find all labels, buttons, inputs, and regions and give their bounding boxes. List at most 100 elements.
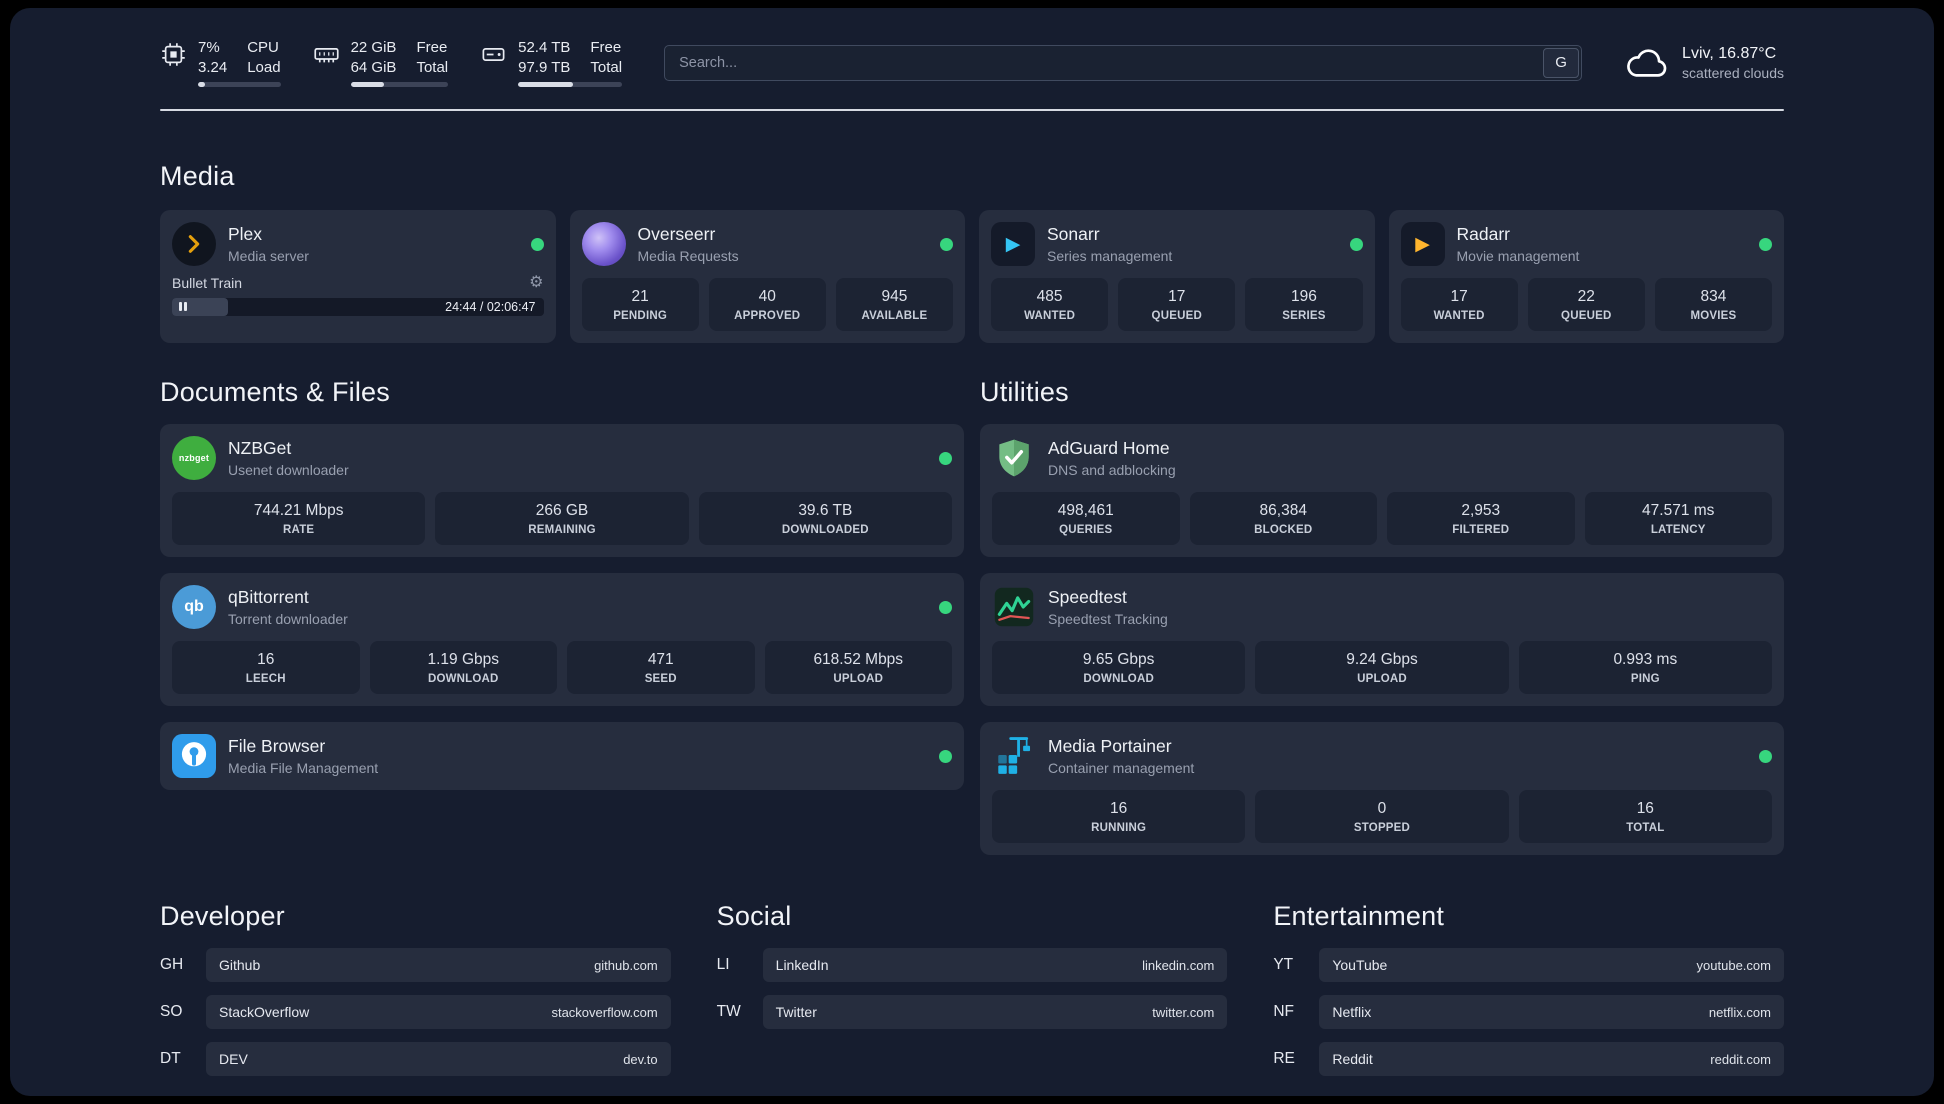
bookmark-row: RE Reddit reddit.com bbox=[1273, 1042, 1784, 1076]
status-dot bbox=[939, 600, 952, 614]
section-social: Social LI LinkedIn linkedin.com TW Twitt… bbox=[717, 901, 1228, 1076]
stat-label: WANTED bbox=[1024, 310, 1076, 322]
weather-widget[interactable]: Lviv, 16.87°C scattered clouds bbox=[1624, 45, 1784, 81]
stat-label: REMAINING bbox=[528, 524, 596, 536]
app-card-nzbget[interactable]: nzbget NZBGet Usenet downloader 744.21 M… bbox=[160, 424, 964, 557]
ram-total-value: 64 GiB bbox=[350, 58, 397, 76]
stat-tile: 17 WANTED bbox=[1400, 278, 1518, 331]
app-subtitle: Media File Management bbox=[228, 759, 379, 776]
stat-tile: 196 SERIES bbox=[1245, 278, 1363, 331]
seek-bar[interactable]: 24:44 / 02:06:47 bbox=[172, 298, 544, 316]
bookmark-link-youtube[interactable]: YouTube youtube.com bbox=[1319, 948, 1784, 982]
bookmark-abbr: DT bbox=[160, 1050, 181, 1067]
pause-button[interactable] bbox=[172, 298, 228, 316]
ram-widget: 22 GiB 64 GiB Free Total bbox=[313, 38, 449, 87]
bookmark-link-stackoverflow[interactable]: StackOverflow stackoverflow.com bbox=[206, 995, 671, 1029]
bookmark-row: TW Twitter twitter.com bbox=[717, 995, 1228, 1029]
bookmark-link-linkedin[interactable]: LinkedIn linkedin.com bbox=[762, 948, 1228, 982]
stat-tile: 0 STOPPED bbox=[1255, 790, 1509, 843]
bookmark-link-twitter[interactable]: Twitter twitter.com bbox=[762, 995, 1228, 1029]
bookmark-link-netflix[interactable]: Netflix netflix.com bbox=[1319, 995, 1784, 1029]
stat-label: DOWNLOAD bbox=[1083, 673, 1154, 685]
section-entertainment: Entertainment YT YouTube youtube.com NF … bbox=[1273, 901, 1784, 1076]
stat-tile: 485 WANTED bbox=[991, 278, 1109, 331]
app-name: Plex bbox=[228, 224, 263, 245]
bookmark-url: twitter.com bbox=[1152, 1004, 1215, 1020]
stat-label: TOTAL bbox=[1626, 822, 1665, 834]
bookmark-abbr: TW bbox=[716, 1003, 741, 1020]
stat-value: 16 bbox=[1636, 800, 1654, 817]
stat-tile: 0.993 ms PING bbox=[1518, 641, 1772, 694]
stat-value: 266 GB bbox=[535, 502, 589, 519]
bookmark-url: youtube.com bbox=[1696, 957, 1771, 973]
bookmark-row: LI LinkedIn linkedin.com bbox=[717, 948, 1228, 982]
stat-label: FILTERED bbox=[1452, 524, 1510, 536]
disk-total-label: Total bbox=[590, 58, 623, 76]
bookmark-abbr: YT bbox=[1273, 956, 1294, 973]
app-card-qbittorrent[interactable]: qb qBittorrent Torrent downloader 16 LEE… bbox=[160, 573, 964, 706]
stat-tile: 40 APPROVED bbox=[708, 278, 826, 331]
bookmark-abbr: NF bbox=[1273, 1003, 1294, 1020]
app-card-overseerr[interactable]: Overseerr Media Requests 21 PENDING 40 A… bbox=[569, 210, 965, 343]
bookmark-link-github[interactable]: Github github.com bbox=[206, 948, 671, 982]
bookmark-url: netflix.com bbox=[1708, 1004, 1771, 1020]
nzbget-icon: nzbget bbox=[172, 436, 216, 480]
bookmark-link-dev[interactable]: DEV dev.to bbox=[206, 1042, 671, 1076]
app-name: NZBGet bbox=[228, 438, 292, 459]
bookmark-abbr: SO bbox=[160, 1003, 183, 1020]
status-dot bbox=[1759, 237, 1772, 251]
app-subtitle: Container management bbox=[1048, 759, 1195, 776]
ram-usage-bar bbox=[350, 82, 449, 87]
stat-value: 9.65 Gbps bbox=[1082, 651, 1155, 668]
status-dot bbox=[939, 451, 952, 465]
stat-tile: 47.571 ms LATENCY bbox=[1584, 492, 1772, 545]
bookmark-link-reddit[interactable]: Reddit reddit.com bbox=[1319, 1042, 1784, 1076]
stat-tile: 471 SEED bbox=[567, 641, 755, 694]
stat-value: 86,384 bbox=[1259, 502, 1307, 519]
stat-label: AVAILABLE bbox=[861, 310, 928, 322]
weather-location: Lviv, 16.87°C bbox=[1682, 44, 1777, 62]
cpu-load-value: 3.24 bbox=[198, 58, 228, 76]
stat-tile: 1.19 Gbps DOWNLOAD bbox=[369, 641, 557, 694]
app-name: Radarr bbox=[1456, 224, 1511, 245]
cpu-usage-bar bbox=[198, 82, 281, 87]
app-subtitle: Speedtest Tracking bbox=[1048, 610, 1168, 627]
gear-icon[interactable]: ⚙ bbox=[529, 275, 543, 291]
app-subtitle: Media Requests bbox=[637, 247, 739, 264]
app-subtitle: Movie management bbox=[1456, 247, 1580, 264]
cpu-widget: 7% 3.24 CPU Load bbox=[160, 38, 281, 87]
pause-icon bbox=[179, 298, 189, 316]
app-card-radarr[interactable]: ▶ Radarr Movie management 17 WANTED 22 Q… bbox=[1388, 210, 1784, 343]
portainer-icon bbox=[992, 734, 1036, 778]
app-card-sonarr[interactable]: ▶ Sonarr Series management 485 WANTED 17 bbox=[979, 210, 1375, 343]
stat-label: MOVIES bbox=[1690, 310, 1737, 322]
app-subtitle: Usenet downloader bbox=[228, 461, 349, 478]
bookmark-abbr: LI bbox=[716, 956, 730, 973]
section-title-media: Media bbox=[160, 161, 235, 191]
stat-tile: 16 TOTAL bbox=[1518, 790, 1772, 843]
bookmark-row: YT YouTube youtube.com bbox=[1273, 948, 1784, 982]
app-card-plex[interactable]: Plex Media server Bullet Train ⚙ 24:44 /… bbox=[160, 210, 556, 343]
search-engine-badge[interactable]: G bbox=[1543, 47, 1580, 78]
app-card-adguard[interactable]: AdGuard Home DNS and adblocking 498,461 … bbox=[980, 424, 1784, 557]
stat-value: 16 bbox=[1110, 800, 1128, 817]
stat-label: SEED bbox=[644, 673, 677, 685]
bookmark-row: NF Netflix netflix.com bbox=[1273, 995, 1784, 1029]
app-name: AdGuard Home bbox=[1048, 438, 1170, 459]
app-card-filebrowser[interactable]: File Browser Media File Management bbox=[160, 722, 964, 790]
app-card-speedtest[interactable]: Speedtest Speedtest Tracking 9.65 Gbps D… bbox=[980, 573, 1784, 706]
stat-value: 618.52 Mbps bbox=[813, 651, 904, 668]
stat-tile: 2,953 FILTERED bbox=[1387, 492, 1575, 545]
stat-value: 498,461 bbox=[1057, 502, 1114, 519]
app-card-portainer[interactable]: Media Portainer Container management 16 … bbox=[980, 722, 1784, 855]
ram-total-label: Total bbox=[416, 58, 449, 76]
bookmark-url: linkedin.com bbox=[1142, 957, 1215, 973]
search-input[interactable] bbox=[664, 44, 1583, 81]
bookmark-abbr: RE bbox=[1273, 1050, 1295, 1067]
top-bar: 7% 3.24 CPU Load 22 GiB 64 GiB Free Tota… bbox=[160, 38, 1784, 87]
disk-usage-bar bbox=[518, 82, 623, 87]
search-bar: G bbox=[664, 44, 1583, 81]
stat-label: WANTED bbox=[1433, 310, 1485, 322]
stat-value: 16 bbox=[257, 651, 275, 668]
stat-tile: 22 QUEUED bbox=[1527, 278, 1645, 331]
